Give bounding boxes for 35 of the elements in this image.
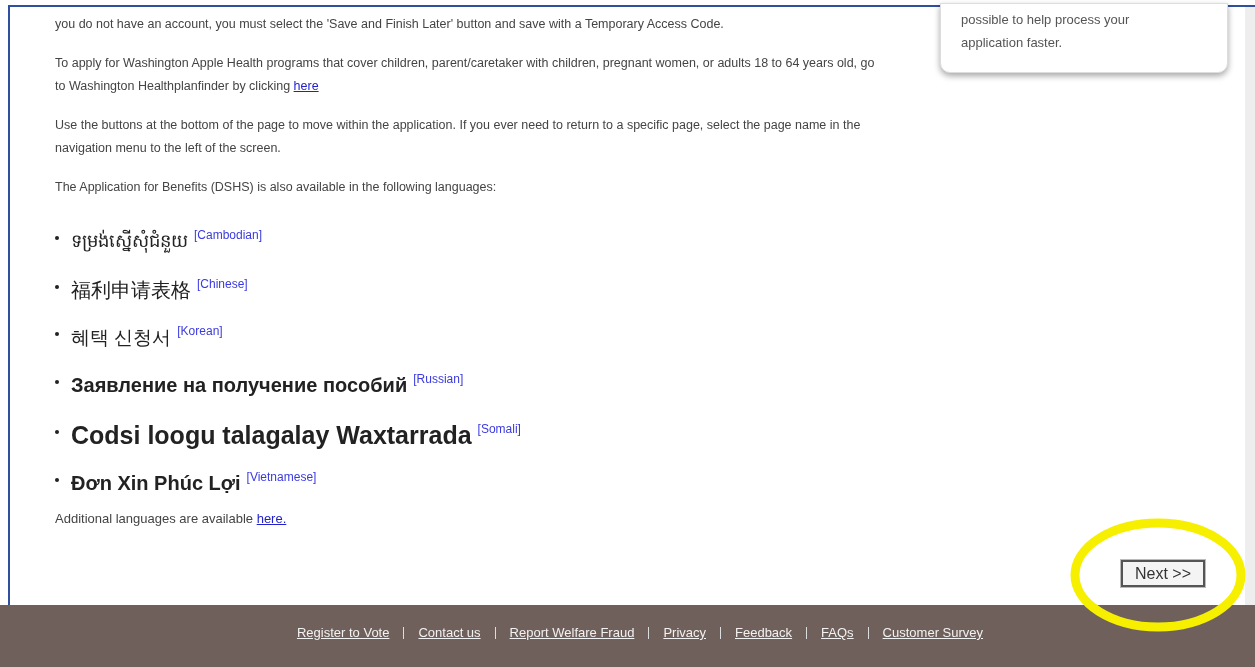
bullet-icon xyxy=(55,285,59,289)
footer-link[interactable]: FAQs xyxy=(821,623,854,643)
footer-link[interactable]: Privacy xyxy=(663,623,706,643)
language-link[interactable]: [Vietnamese] xyxy=(246,465,317,489)
bullet-icon xyxy=(55,332,59,336)
footer-link[interactable]: Report Welfare Fraud xyxy=(509,623,635,643)
language-link[interactable]: [Korean] xyxy=(177,319,223,343)
bullet-icon xyxy=(55,430,59,434)
bullet-icon xyxy=(55,380,59,384)
paragraph: The Application for Benefits (DSHS) is also available in the following languages: xyxy=(55,179,498,196)
language-name: 혜택 신청서 xyxy=(71,325,172,349)
language-link[interactable]: [Somali] xyxy=(477,417,521,441)
bullet-icon xyxy=(55,236,59,240)
footer-link[interactable]: Register to Vote xyxy=(296,623,390,643)
paragraph: Additional languages are available here. xyxy=(55,510,288,528)
footer-link[interactable]: Customer Survey xyxy=(882,623,984,643)
language-name: Заявление на получение пособий xyxy=(71,373,408,397)
paragraph: you do not have an account, you must select the 'Save and Finish Later' button and save with a Temporary Access Code. xyxy=(55,16,725,33)
next-button[interactable]: Next >> xyxy=(1120,560,1205,587)
paragraph: Use the buttons at the bottom of the page to move within the application. If you ever need to return to a specific page, select the page name in the navigation menu to the left of the screen. xyxy=(55,117,862,157)
footer-link[interactable]: Feedback xyxy=(735,623,793,643)
link[interactable]: here. xyxy=(256,511,287,526)
language-name: Codsi loogu talagalay Waxtarrada xyxy=(71,423,472,447)
language-link[interactable]: [Cambodian] xyxy=(194,223,263,247)
scrollbar[interactable] xyxy=(1245,7,1255,605)
language-link[interactable]: [Chinese] xyxy=(197,272,248,296)
bullet-icon xyxy=(55,478,59,482)
info-card: possible to help process your application faster. xyxy=(940,3,1228,73)
footer-link[interactable]: Contact us xyxy=(418,623,481,643)
paragraph: To apply for Washington Apple Health programs that cover children, parent/caretaker with children, pregnant women, or adults 18 to 64 years old, go to Washington Healthplanfinder by clicking here xyxy=(55,55,876,95)
language-link[interactable]: [Russian] xyxy=(413,367,464,391)
language-name: 福利申请表格 xyxy=(71,278,191,302)
language-name: Đơn Xin Phúc Lợi xyxy=(71,471,241,495)
language-name: ទម្រង់ស្នើសុំជំនួយ xyxy=(71,229,188,253)
link[interactable]: here xyxy=(293,79,319,93)
